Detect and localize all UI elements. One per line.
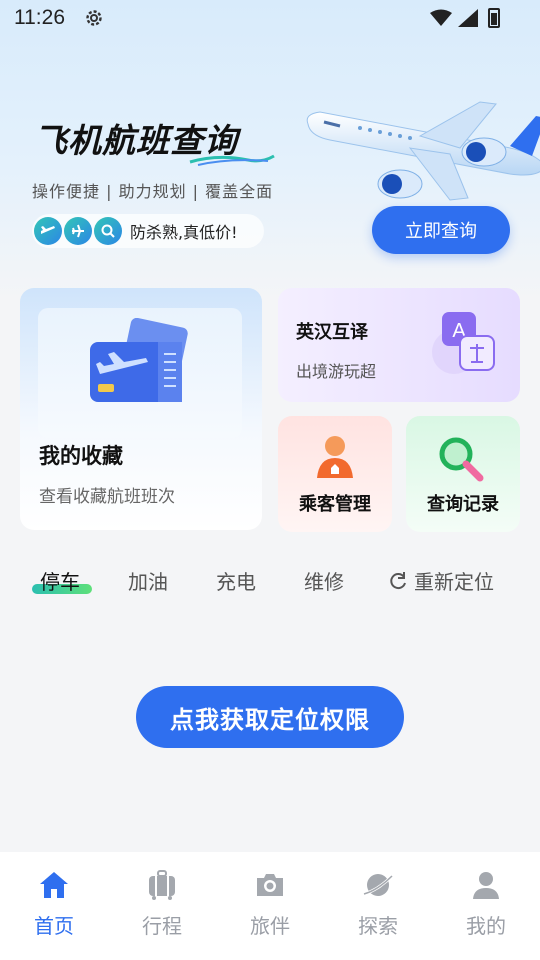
search-icon — [94, 217, 122, 245]
refresh-icon — [390, 571, 406, 589]
airplane-illustration — [306, 101, 540, 201]
luggage-icon — [149, 870, 175, 900]
nav-profile[interactable]: 我的 — [446, 870, 526, 939]
nav-explore-label: 探索 — [358, 914, 398, 938]
wifi-icon — [430, 9, 452, 26]
relocate-label: 重新定位 — [414, 570, 494, 594]
signal-icon — [458, 9, 478, 27]
camera-icon — [257, 874, 283, 896]
nav-home-label: 首页 — [34, 914, 74, 938]
tab-charging[interactable]: 充电 — [216, 566, 256, 595]
status-bar: 11:26 — [0, 0, 540, 38]
tab-repair[interactable]: 维修 — [304, 566, 344, 595]
passenger-management-title: 乘客管理 — [299, 494, 371, 515]
promo-text: 防杀熟,真低价! — [130, 223, 238, 242]
nav-explore[interactable]: 探索 — [338, 870, 418, 939]
status-time: 11:26 — [14, 6, 65, 29]
favorites-card[interactable]: 我的收藏 查看收藏航班班次 — [20, 288, 262, 530]
query-history-title: 查询记录 — [427, 494, 499, 515]
planet-icon — [363, 874, 394, 896]
query-history-card[interactable]: 查询记录 — [406, 416, 520, 532]
nav-companions[interactable]: 旅伴 — [230, 870, 310, 939]
nav-profile-label: 我的 — [466, 914, 506, 938]
translate-title: 英汉互译 — [296, 322, 368, 343]
relocate-button[interactable]: 重新定位 — [388, 566, 494, 595]
plane-icon — [64, 217, 92, 245]
ticket-icon — [90, 318, 188, 402]
nav-home[interactable]: 首页 — [14, 870, 94, 939]
favorites-title: 我的收藏 — [39, 444, 123, 468]
home-icon — [40, 872, 68, 898]
user-icon — [473, 872, 499, 899]
promo-pill: 防杀熟,真低价! — [32, 214, 264, 248]
favorites-illustration-panel — [38, 308, 242, 438]
battery-icon — [488, 8, 500, 28]
nav-trips-label: 行程 — [142, 914, 182, 938]
translate-card[interactable]: 英汉互译 出境游玩超 A — [278, 288, 520, 402]
plane-depart-icon — [34, 217, 62, 245]
tab-parking[interactable]: 停车 — [40, 566, 80, 595]
nav-companions-label: 旅伴 — [250, 914, 290, 938]
favorites-subtitle: 查看收藏航班班次 — [39, 487, 175, 507]
magnifier-icon — [439, 437, 484, 482]
get-location-permission-button[interactable]: 点我获取定位权限 — [136, 686, 404, 748]
translate-icon: A — [432, 312, 495, 374]
query-now-button[interactable]: 立即查询 — [372, 206, 510, 254]
tab-fuel[interactable]: 加油 — [128, 566, 168, 595]
passenger-management-card[interactable]: 乘客管理 — [278, 416, 392, 532]
bottom-navigation: 首页 行程 旅伴 探索 我的 — [0, 852, 540, 960]
title-swoosh — [189, 154, 275, 166]
nav-trips[interactable]: 行程 — [122, 870, 202, 939]
passenger-icon — [317, 436, 353, 478]
translate-subtitle: 出境游玩超 — [296, 362, 377, 381]
hero-subtitle: 操作便捷 | 助力规划 | 覆盖全面 — [32, 182, 274, 201]
settings-gear-icon — [86, 10, 102, 26]
